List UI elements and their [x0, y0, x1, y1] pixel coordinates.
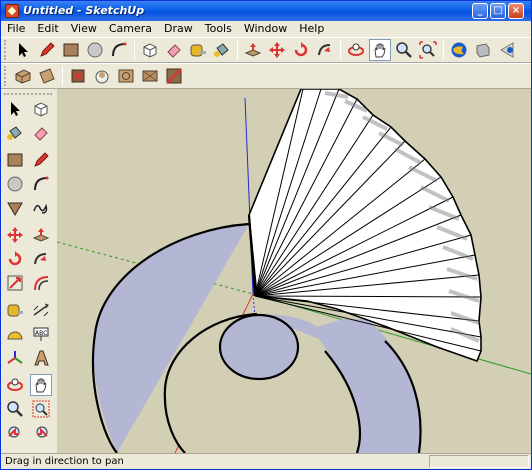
scale-icon[interactable] [4, 272, 26, 294]
freehand-icon[interactable] [30, 197, 52, 219]
menu-bar: File Edit View Camera Draw Tools Window … [1, 21, 531, 37]
front-view-icon[interactable] [67, 65, 89, 87]
polygon-icon[interactable] [4, 197, 26, 219]
tape-measure-icon[interactable] [4, 299, 26, 321]
dimension-icon[interactable] [30, 299, 52, 321]
next-view-icon[interactable] [30, 422, 52, 444]
circle-icon[interactable] [4, 173, 26, 195]
arc-icon[interactable] [108, 39, 130, 61]
rotate-icon[interactable] [4, 248, 26, 270]
toolbar-separator [340, 40, 341, 60]
top-view-icon[interactable] [36, 65, 58, 87]
eraser-icon[interactable] [163, 39, 185, 61]
make-component-icon[interactable] [30, 98, 52, 120]
orbit-icon[interactable] [4, 374, 26, 396]
eraser-icon[interactable] [30, 122, 52, 144]
modeling-viewport[interactable] [57, 89, 531, 453]
svg-text:ABC: ABC [35, 330, 47, 337]
large-tool-set: ABC [1, 89, 57, 449]
model-scene [57, 89, 531, 453]
paint-bucket-icon[interactable] [4, 122, 26, 144]
tape-measure-icon[interactable] [187, 39, 209, 61]
back-view-icon[interactable] [115, 65, 137, 87]
toolbar-separator [4, 370, 54, 373]
menu-camera[interactable]: Camera [103, 22, 158, 36]
left-view-icon[interactable] [139, 65, 161, 87]
menu-view[interactable]: View [65, 22, 103, 36]
toolbar-separator [4, 220, 54, 223]
menu-tools[interactable]: Tools [199, 22, 238, 36]
make-component-icon[interactable] [139, 39, 161, 61]
menu-window[interactable]: Window [238, 22, 293, 36]
axes-icon[interactable] [4, 347, 26, 369]
previous-view-icon[interactable] [4, 422, 26, 444]
pan-icon[interactable] [30, 374, 52, 396]
toolbar-separator [62, 66, 63, 86]
menu-draw[interactable]: Draw [158, 22, 199, 36]
toolbar-separator [4, 145, 54, 148]
toolbar-separator [134, 40, 135, 60]
close-button[interactable]: × [508, 3, 524, 19]
follow-me-icon[interactable] [30, 248, 52, 270]
circle-icon[interactable] [84, 39, 106, 61]
get-models-icon[interactable] [472, 39, 494, 61]
status-message: Drag in direction to pan [5, 456, 124, 467]
line-icon[interactable] [30, 149, 52, 171]
offset-icon[interactable] [30, 272, 52, 294]
title-bar[interactable]: Untitled - SketchUp _ □ × [1, 1, 531, 21]
inner-circle-face[interactable] [218, 313, 300, 381]
toolbar-separator [237, 40, 238, 60]
menu-file[interactable]: File [1, 22, 31, 36]
sketchup-window: Untitled - SketchUp _ □ × File Edit View… [0, 0, 532, 470]
rectangle-icon[interactable] [60, 39, 82, 61]
toolbar-separator [4, 295, 54, 298]
toolbar-separator [443, 40, 444, 60]
push-pull-icon[interactable] [30, 224, 52, 246]
status-bar: Drag in direction to pan [1, 453, 531, 469]
text-icon[interactable]: ABC [30, 323, 52, 345]
move-icon[interactable] [4, 224, 26, 246]
rectangle-icon[interactable] [4, 149, 26, 171]
toolbar-grip[interactable] [4, 66, 9, 86]
protractor-icon[interactable] [4, 323, 26, 345]
orbit-icon[interactable] [345, 39, 367, 61]
zoom-extents-icon[interactable] [417, 39, 439, 61]
getting-started-toolbar [1, 37, 531, 63]
right-view-icon[interactable] [91, 65, 113, 87]
paint-bucket-icon[interactable] [211, 39, 233, 61]
3d-text-icon[interactable] [30, 347, 52, 369]
pencil-icon[interactable] [36, 39, 58, 61]
section-view-icon[interactable] [163, 65, 185, 87]
measurements-box[interactable] [429, 455, 529, 468]
pan-icon[interactable] [369, 39, 391, 61]
toolbar-grip[interactable] [4, 40, 9, 60]
rotate-icon[interactable] [290, 39, 312, 61]
push-pull-icon[interactable] [242, 39, 264, 61]
zoom-icon[interactable] [4, 398, 26, 420]
move-icon[interactable] [266, 39, 288, 61]
maximize-button[interactable]: □ [490, 3, 506, 19]
zoom-window-icon[interactable] [30, 398, 52, 420]
zoom-icon[interactable] [393, 39, 415, 61]
menu-help[interactable]: Help [293, 22, 330, 36]
sketchup-app-icon[interactable] [5, 4, 19, 18]
minimize-button[interactable]: _ [472, 3, 488, 19]
share-model-icon[interactable] [496, 39, 518, 61]
menu-edit[interactable]: Edit [31, 22, 64, 36]
views-toolbar [1, 63, 531, 89]
window-title: Untitled - SketchUp [23, 4, 145, 17]
select-icon[interactable] [12, 39, 34, 61]
arc-icon[interactable] [30, 173, 52, 195]
follow-me-icon[interactable] [314, 39, 336, 61]
select-icon[interactable] [4, 98, 26, 120]
google-earth-icon[interactable] [448, 39, 470, 61]
iso-view-icon[interactable] [12, 65, 34, 87]
